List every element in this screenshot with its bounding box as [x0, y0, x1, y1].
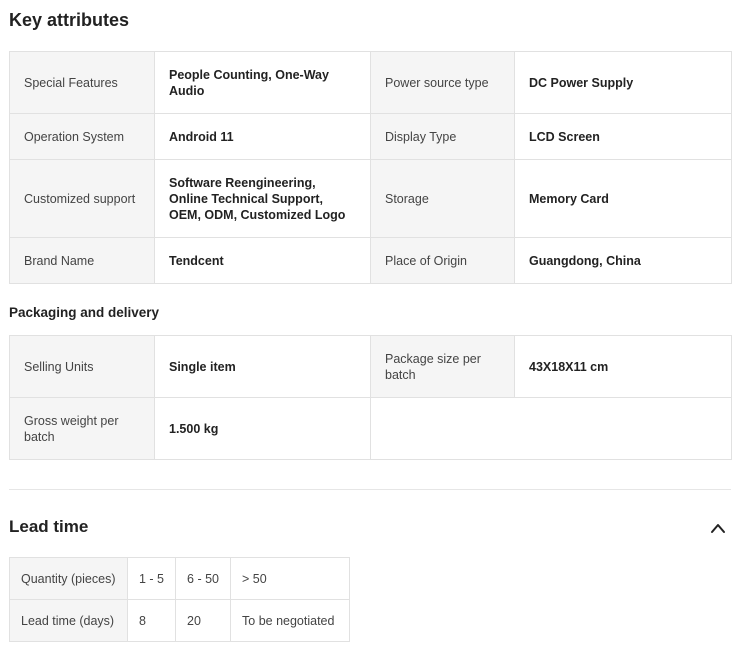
- lead-time-row-quantity: Quantity (pieces) 1 - 5 6 - 50 > 50: [9, 557, 351, 600]
- attribute-label: Place of Origin: [370, 237, 515, 284]
- attribute-label: Brand Name: [9, 237, 155, 284]
- attribute-row: Operation System Android 11 Display Type…: [9, 113, 732, 160]
- attribute-value: Software Reengineering, Online Technical…: [154, 159, 371, 238]
- quantity-cell: 6 - 50: [175, 557, 232, 600]
- attribute-label: Customized support: [9, 159, 155, 238]
- attribute-label: Selling Units: [9, 335, 155, 398]
- quantity-cell: 1 - 5: [126, 557, 177, 600]
- attribute-label: Special Features: [9, 51, 155, 114]
- attribute-value: 1.500 kg: [154, 397, 371, 460]
- attribute-label: Display Type: [370, 113, 515, 160]
- attribute-value: Memory Card: [514, 159, 732, 238]
- attribute-row: Gross weight per batch 1.500 kg: [9, 397, 732, 460]
- key-attributes-table: Special Features People Counting, One-Wa…: [9, 51, 732, 284]
- lead-time-row-days: Lead time (days) 8 20 To be negotiated: [9, 599, 351, 642]
- attribute-label: Package size per batch: [370, 335, 515, 398]
- days-cell: To be negotiated: [230, 599, 351, 642]
- lead-time-title: Lead time: [9, 517, 89, 536]
- attribute-value: Tendcent: [154, 237, 371, 284]
- attribute-value: DC Power Supply: [514, 51, 732, 114]
- packaging-table: Selling Units Single item Package size p…: [9, 335, 732, 460]
- quantity-cell: > 50: [230, 557, 351, 600]
- section-divider: [9, 489, 731, 490]
- attribute-value: People Counting, One-Way Audio: [154, 51, 371, 114]
- chevron-up-icon[interactable]: [709, 520, 727, 536]
- attribute-value: Single item: [154, 335, 371, 398]
- quantity-label: Quantity (pieces): [9, 557, 128, 600]
- days-cell: 8: [126, 599, 177, 642]
- attribute-row: Customized support Software Reengineerin…: [9, 159, 732, 238]
- attribute-label: Power source type: [370, 51, 515, 114]
- attribute-row: Selling Units Single item Package size p…: [9, 335, 732, 398]
- empty-cell: [370, 397, 732, 460]
- days-label: Lead time (days): [9, 599, 128, 642]
- days-cell: 20: [175, 599, 232, 642]
- attribute-value: 43X18X11 cm: [514, 335, 732, 398]
- attribute-row: Brand Name Tendcent Place of Origin Guan…: [9, 237, 732, 284]
- attribute-value: Guangdong, China: [514, 237, 732, 284]
- attribute-value: LCD Screen: [514, 113, 732, 160]
- attribute-row: Special Features People Counting, One-Wa…: [9, 51, 732, 114]
- key-attributes-title: Key attributes: [9, 10, 130, 30]
- attribute-label: Storage: [370, 159, 515, 238]
- attribute-label: Operation System: [9, 113, 155, 160]
- lead-time-table: Quantity (pieces) 1 - 5 6 - 50 > 50 Lead…: [9, 557, 351, 642]
- attribute-label: Gross weight per batch: [9, 397, 155, 460]
- attribute-value: Android 11: [154, 113, 371, 160]
- packaging-title: Packaging and delivery: [9, 305, 160, 320]
